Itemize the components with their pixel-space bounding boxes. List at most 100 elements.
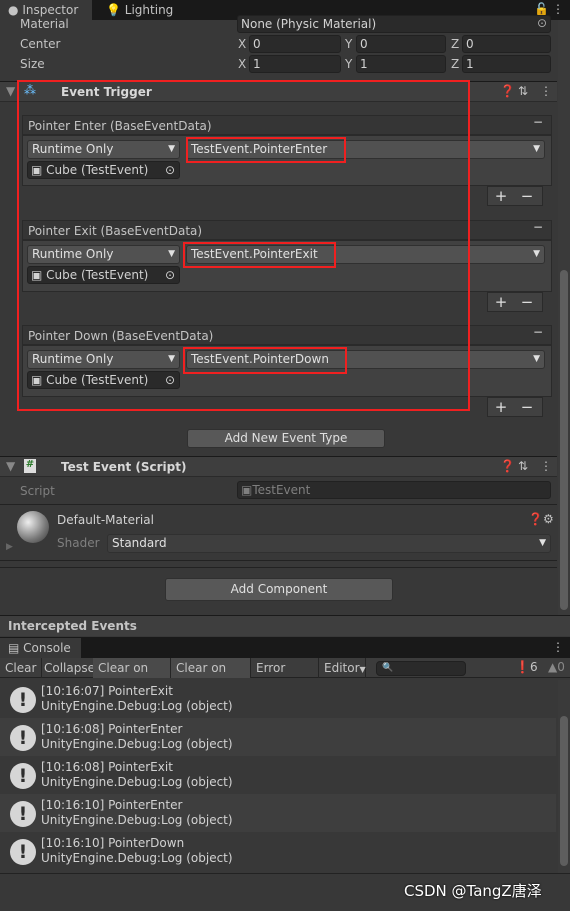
log-entry[interactable]: ! [10:16:10] PointerEnter UnityEngine.De… — [0, 794, 556, 832]
info-count: 6 — [529, 660, 538, 674]
script-field: ▣TestEvent — [237, 481, 551, 499]
log-stacktrace: UnityEngine.Debug:Log (object) — [41, 813, 233, 827]
remove-event-button[interactable]: − — [533, 220, 543, 234]
log-message: [10:16:10] PointerEnter — [41, 798, 183, 812]
log-message: [10:16:08] PointerExit — [41, 760, 173, 774]
axis-label: Y — [345, 37, 353, 51]
preset-icon[interactable]: ⇅ — [518, 84, 528, 98]
help-icon[interactable]: ❓ — [500, 459, 515, 473]
log-entry[interactable]: ! [10:16:08] PointerEnter UnityEngine.De… — [0, 718, 556, 756]
help-icon[interactable]: ❓ — [528, 512, 543, 526]
more-icon[interactable]: ⋮ — [552, 2, 564, 16]
material-preview-icon — [17, 511, 49, 543]
log-stacktrace: UnityEngine.Debug:Log (object) — [41, 737, 233, 751]
add-component-button[interactable]: Add Component — [165, 578, 393, 601]
dropdown-value: Editor — [324, 661, 360, 675]
info-icon: ● — [8, 3, 19, 17]
error-pause-toggle[interactable]: Error Pause — [251, 658, 319, 695]
log-entry[interactable]: ! [10:16:08] PointerExit UnityEngine.Deb… — [0, 756, 556, 794]
dropdown-arrow-icon: ▼ — [533, 354, 540, 364]
center-x-field[interactable]: 0 — [249, 35, 341, 53]
dropdown-value: Standard — [112, 536, 167, 550]
help-icon[interactable]: ❓ — [500, 84, 515, 98]
log-message: [10:16:07] PointerExit — [41, 684, 173, 698]
remove-listener-button[interactable]: − — [514, 187, 540, 205]
console-tab-bar — [0, 637, 570, 658]
script-icon: # — [24, 459, 36, 473]
warning-icon: ▲ — [548, 660, 558, 674]
console-search-input[interactable]: 🔍 — [376, 661, 466, 676]
tab-console[interactable]: ▤ Console — [0, 638, 81, 658]
scrollbar-thumb[interactable] — [560, 716, 568, 866]
divider — [0, 504, 557, 505]
console-icon: ▤ — [8, 641, 20, 655]
size-z-field[interactable]: 1 — [462, 55, 551, 73]
remove-event-button[interactable]: − — [533, 115, 543, 129]
tab-label: Lighting — [124, 3, 174, 17]
log-entry[interactable]: ! [10:16:10] PointerDown UnityEngine.Deb… — [0, 832, 556, 870]
add-remove-listener: + − — [487, 186, 543, 206]
log-stacktrace: UnityEngine.Debug:Log (object) — [41, 699, 233, 713]
axis-label: Y — [345, 57, 353, 71]
clear-button[interactable]: Clear — [0, 658, 43, 678]
remove-event-button[interactable]: − — [533, 325, 543, 339]
shader-label: Shader — [57, 536, 100, 550]
log-message: [10:16:10] PointerDown — [41, 836, 185, 850]
foldout-icon[interactable]: ▼ — [6, 459, 15, 473]
add-new-event-type-button[interactable]: Add New Event Type — [187, 429, 385, 448]
lock-icon[interactable]: 🔓 — [534, 2, 549, 16]
tab-label: Inspector — [22, 3, 79, 17]
size-x-field[interactable]: 1 — [249, 55, 341, 73]
dropdown-arrow-icon: ▼ — [359, 665, 366, 674]
add-listener-button[interactable]: + — [488, 398, 514, 416]
collapse-button[interactable]: Collapse — [39, 658, 101, 678]
warning-count: 0 — [557, 660, 565, 674]
info-message-icon: ! — [10, 839, 36, 865]
shader-dropdown: Standard ▼ — [107, 534, 551, 553]
add-remove-listener: + − — [487, 292, 543, 312]
log-message: [10:16:08] PointerEnter — [41, 722, 183, 736]
material-field[interactable]: None (Physic Material) — [237, 15, 551, 33]
clear-on-build-toggle[interactable]: Clear on Build — [171, 658, 251, 695]
info-message-icon: ! — [10, 687, 36, 713]
bulb-icon: 💡 — [106, 3, 121, 17]
size-label: Size — [20, 57, 45, 71]
expand-icon[interactable]: ▶ — [6, 542, 13, 552]
script-value: TestEvent — [252, 483, 311, 497]
remove-listener-button[interactable]: − — [514, 398, 540, 416]
material-label: Material — [20, 17, 69, 31]
remove-listener-button[interactable]: − — [514, 293, 540, 311]
add-listener-button[interactable]: + — [488, 187, 514, 205]
axis-label: X — [238, 37, 247, 51]
preset-icon[interactable]: ⇅ — [518, 459, 528, 473]
material-name: Default-Material — [57, 513, 154, 527]
clear-on-play-toggle[interactable]: Clear on Play — [93, 658, 171, 695]
dropdown-arrow-icon: ▼ — [539, 538, 546, 548]
dropdown-arrow-icon: ▼ — [533, 249, 540, 259]
info-message-icon: ! — [10, 801, 36, 827]
more-icon[interactable]: ⋮ — [540, 84, 552, 98]
object-picker-icon[interactable]: ⊙ — [537, 16, 547, 30]
warning-count-toggle[interactable]: ▲0 — [548, 660, 565, 674]
add-remove-listener: + − — [487, 397, 543, 417]
center-z-field[interactable]: 0 — [462, 35, 551, 53]
log-entry[interactable]: ! [10:16:07] PointerExit UnityEngine.Deb… — [0, 680, 556, 718]
log-stacktrace: UnityEngine.Debug:Log (object) — [41, 775, 233, 789]
add-listener-button[interactable]: + — [488, 293, 514, 311]
settings-icon[interactable]: ⚙ — [543, 512, 554, 526]
foldout-icon[interactable]: ▼ — [6, 84, 15, 98]
divider — [0, 560, 557, 561]
more-icon[interactable]: ⋮ — [540, 459, 552, 473]
editor-dropdown[interactable]: Editor▼ — [319, 658, 366, 678]
info-count-toggle[interactable]: ❗6 — [515, 660, 538, 674]
axis-label: Z — [451, 37, 460, 51]
scrollbar-thumb[interactable] — [560, 270, 568, 610]
size-y-field[interactable]: 1 — [356, 55, 446, 73]
highlight-box — [183, 347, 347, 374]
info-message-icon: ! — [10, 725, 36, 751]
center-y-field[interactable]: 0 — [356, 35, 446, 53]
tab-lighting[interactable]: 💡 Lighting — [98, 0, 173, 20]
component-title: Test Event (Script) — [61, 460, 187, 474]
more-icon[interactable]: ⋮ — [552, 640, 564, 654]
info-icon: ❗ — [515, 660, 530, 674]
